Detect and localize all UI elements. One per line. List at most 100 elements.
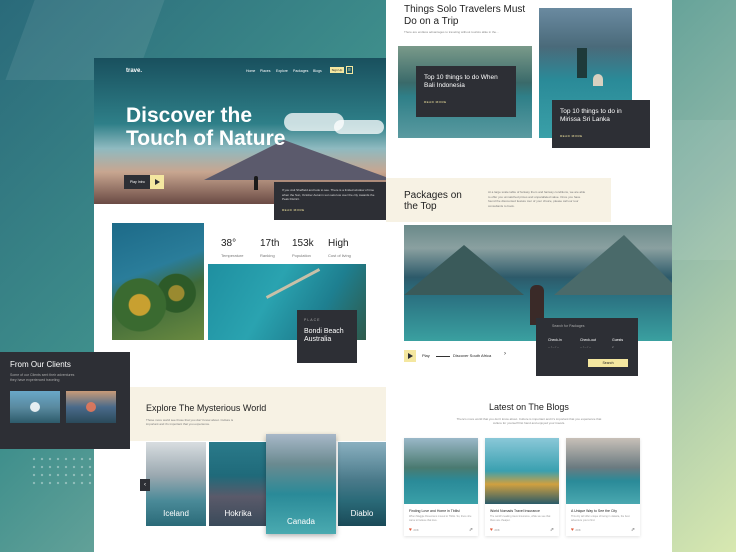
guests-label: Guests: [612, 338, 624, 342]
arrow-right-icon[interactable]: ›: [504, 351, 506, 357]
checkout-label: Check-out: [580, 338, 596, 342]
blog-image: [566, 438, 640, 504]
hero-title: Discover the Touch of Nature: [126, 104, 326, 150]
guests-field[interactable]: 2: [612, 345, 614, 349]
play-icon: [150, 175, 164, 189]
play-icon[interactable]: [30, 402, 40, 412]
play-intro-button[interactable]: Play Intro: [124, 175, 164, 189]
nav-blogs[interactable]: Blogs: [313, 69, 322, 73]
place-card: PLACE Bondi Beach Australia: [297, 310, 357, 363]
tip-title: Top 10 things to do in Mirissa Sri Lanka: [560, 108, 622, 123]
tip-title: Top 10 things to do When Bali Indonesia: [424, 74, 498, 89]
client-video-thumbnail[interactable]: [66, 391, 116, 423]
play-button[interactable]: [404, 350, 416, 362]
stat-population-label: Population: [292, 253, 311, 258]
blog-card[interactable]: A Unique Way to See the City This city w…: [566, 438, 640, 536]
discover-link[interactable]: Discover South Africa: [453, 353, 491, 358]
place-label: PLACE: [304, 318, 321, 322]
blog-excerpt: This city will offer unique of being in …: [571, 515, 630, 522]
stat-population-value: 153k: [292, 238, 314, 249]
heart-icon[interactable]: ♥ 20K: [571, 527, 581, 533]
mountain-shape: [404, 245, 524, 295]
destination-label: Iceland: [163, 509, 189, 518]
like-count: 20K: [575, 528, 581, 532]
checkin-label: Check-in: [548, 338, 562, 342]
page-left: trave. Home Places Explore Packages Blog…: [94, 58, 386, 552]
packages-title-line1: Packages on: [404, 190, 462, 201]
blog-excerpt: The world's leading travel insurance, wh…: [490, 515, 551, 522]
place-name: Bondi Beach Australia: [304, 328, 350, 344]
destination-label: Diablo: [350, 509, 374, 518]
signup-button[interactable]: Sign Up: [330, 67, 344, 73]
play-intro-label: Play Intro: [130, 180, 145, 184]
destination-card-hokrika[interactable]: Hokrika: [209, 442, 267, 526]
tip-card-mirissa[interactable]: Top 10 things to do in Mirissa Sri Lanka…: [552, 100, 650, 148]
aerial-forest-image: [112, 223, 204, 340]
carousel-prev-button[interactable]: ‹: [140, 479, 150, 491]
stat-ranking-value: 17th: [260, 238, 280, 249]
nav-packages[interactable]: Packages: [293, 69, 308, 73]
like-count: 20K: [413, 528, 419, 532]
blog-excerpt: When Maggie Rosecrans moved to Tbilisi. …: [409, 515, 472, 522]
blog-card[interactable]: World Nomads Travel Insurance The world'…: [485, 438, 559, 536]
cloud: [334, 120, 384, 134]
heart-icon[interactable]: ♥ 20K: [409, 527, 419, 533]
clients-subtitle: Some of our Clients sent their adventure…: [10, 373, 75, 382]
search-input[interactable]: Search for Packages: [542, 324, 632, 328]
logo[interactable]: trave.: [126, 68, 142, 74]
background-shape: [672, 120, 736, 260]
blog-image: [485, 438, 559, 504]
share-icon[interactable]: ⇗: [631, 527, 635, 533]
hero-info-card: If you visit Sheffield and look to see. …: [274, 182, 386, 220]
tip-card-bali[interactable]: Top 10 things to do When Bali Indonesia …: [416, 66, 516, 117]
play-icon[interactable]: [86, 402, 96, 412]
explore-subtitle: Those more world see those that you don'…: [146, 418, 234, 426]
destination-card-canada[interactable]: Canada: [266, 434, 336, 534]
menu-icon[interactable]: ≡: [346, 66, 353, 74]
hero-title-line1: Discover the: [126, 104, 253, 127]
read-more-link[interactable]: READ MORE: [282, 208, 378, 213]
nav-explore[interactable]: Explore: [276, 69, 288, 73]
client-video-thumbnail[interactable]: [10, 391, 60, 423]
stat-cost-label: Cost of living: [328, 253, 351, 258]
packages-title-line2: the Top: [404, 201, 437, 212]
divider: [436, 356, 450, 357]
checkout-field[interactable]: -- / -- / --: [580, 345, 591, 349]
hiker-figure: [254, 176, 258, 190]
explore-title: Explore The Mysterious World: [146, 403, 267, 413]
heart-icon[interactable]: ♥ 20K: [490, 527, 500, 533]
blog-card[interactable]: Finding Love and Home in Tbilisi When Ma…: [404, 438, 478, 536]
checkin-field[interactable]: -- / -- / --: [548, 345, 559, 349]
traveler-figure: [593, 74, 603, 86]
solo-title: Things Solo Travelers Must Do on a Trip: [404, 4, 526, 27]
place-name-line2: Australia: [304, 336, 332, 343]
play-label: Play: [422, 353, 430, 358]
solo-subtitle: There are endless advantages to travelin…: [404, 30, 499, 34]
hero-card-text: If you visit Sheffield and look to see. …: [282, 188, 375, 201]
blog-title: Finding Love and Home in Tbilisi: [409, 509, 460, 513]
search-button[interactable]: Search: [588, 359, 628, 367]
packages-title: Packages on the Top: [404, 190, 462, 212]
read-more-link[interactable]: READ MORE: [560, 132, 642, 140]
nav-home[interactable]: Home: [246, 69, 255, 73]
place-name-line1: Bondi Beach: [304, 328, 344, 335]
destination-card-diablo[interactable]: Diablo: [338, 442, 386, 526]
read-more-link[interactable]: READ MORE: [424, 98, 508, 106]
packages-description: At a large scale table of fantasy them a…: [488, 190, 586, 208]
blogs-subtitle: There's more world that you don't know a…: [456, 417, 602, 425]
share-icon[interactable]: ⇗: [550, 527, 554, 533]
destination-card-iceland[interactable]: Iceland: [146, 442, 206, 526]
stat-temperature-label: Temperature: [221, 253, 244, 258]
like-count: 20K: [494, 528, 500, 532]
stat-temperature-value: 38°: [221, 238, 237, 249]
tree-shape: [577, 48, 587, 78]
blog-image: [404, 438, 478, 504]
mountain-shape: [554, 235, 672, 295]
page-right: Things Solo Travelers Must Do on a Trip …: [386, 0, 672, 552]
package-search-card: Search for Packages Check-in -- / -- / -…: [536, 318, 638, 376]
pier-shape: [265, 268, 321, 299]
hero-title-line2: Touch of Nature: [126, 127, 286, 150]
nav-places[interactable]: Places: [260, 69, 271, 73]
clients-card: From Our Clients Some of our Clients sen…: [0, 352, 130, 449]
share-icon[interactable]: ⇗: [469, 527, 473, 533]
